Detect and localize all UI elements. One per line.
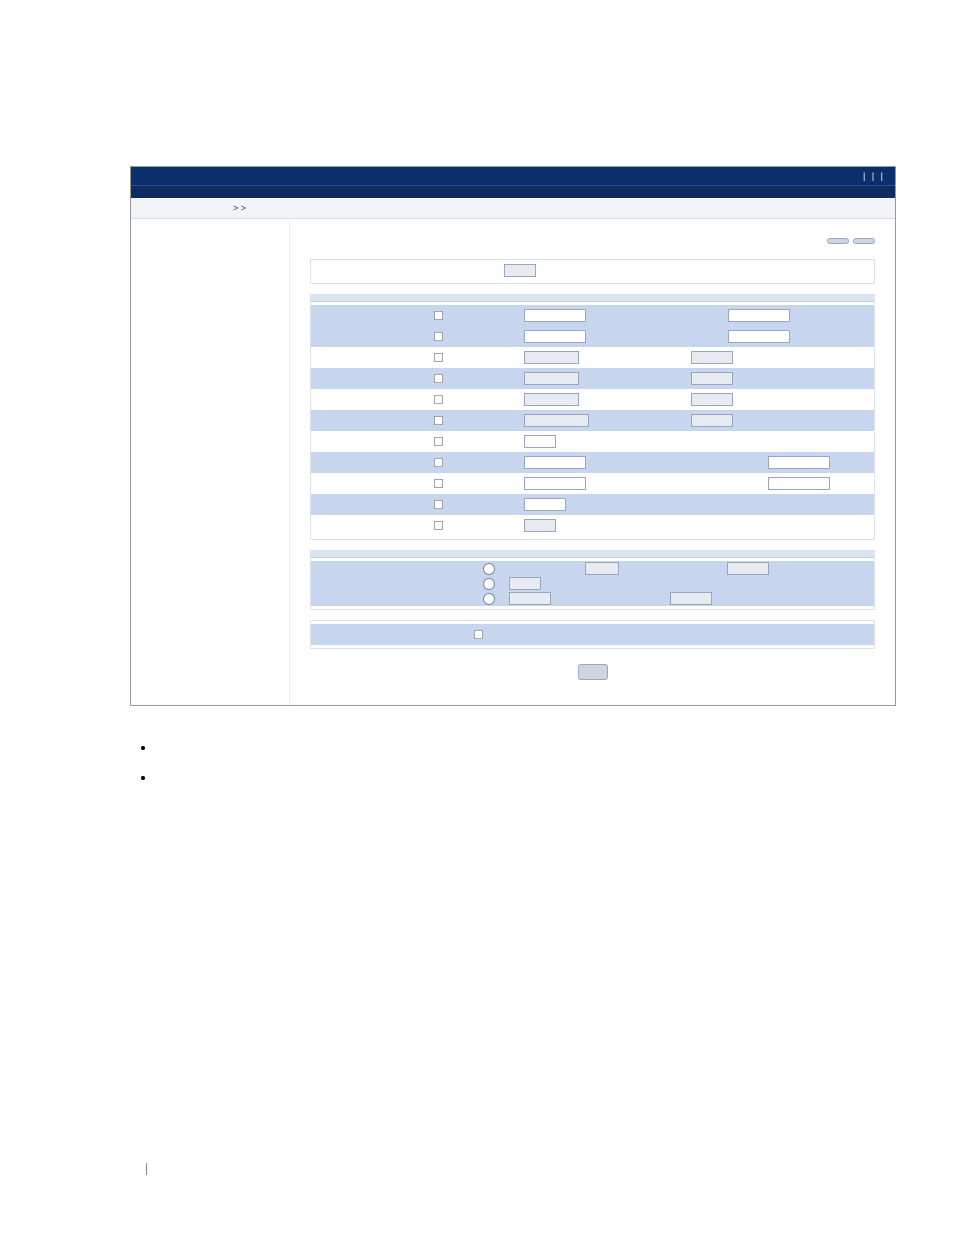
src-l4-select[interactable] <box>524 351 579 364</box>
dst-l4-port-input[interactable] <box>691 372 733 385</box>
refresh-button[interactable] <box>853 238 875 244</box>
tos-mask-input[interactable] <box>670 592 712 605</box>
page-footer <box>130 1160 159 1175</box>
vlan-input[interactable] <box>524 498 566 511</box>
src-ip-checkbox[interactable] <box>434 311 443 320</box>
field-list <box>156 736 894 790</box>
src-l4-port-input[interactable] <box>691 351 733 364</box>
class-section <box>310 259 875 284</box>
precedence-input[interactable] <box>509 577 541 590</box>
match-attributes-header <box>311 295 874 302</box>
service-type-header <box>311 551 874 558</box>
src-l4-checkbox[interactable] <box>434 353 443 362</box>
breadcrumb: > > <box>225 203 246 213</box>
class-name-select[interactable] <box>504 264 536 277</box>
list-item <box>156 766 894 790</box>
vlan-checkbox[interactable] <box>434 500 443 509</box>
dst-mac-checkbox[interactable] <box>434 479 443 488</box>
src-ip-input[interactable] <box>524 309 586 322</box>
src-mac-checkbox[interactable] <box>434 458 443 467</box>
protocol-id-input[interactable] <box>691 393 733 406</box>
precedence-radio[interactable] <box>483 578 495 590</box>
match-every-section <box>310 620 875 649</box>
apply-row <box>310 659 875 685</box>
dst-ip-input[interactable] <box>524 330 586 343</box>
dst-l4-checkbox[interactable] <box>434 374 443 383</box>
dst-ip-checkbox[interactable] <box>434 332 443 341</box>
dscp-value-input[interactable] <box>727 562 769 575</box>
dst-ip-mask-input[interactable] <box>728 330 790 343</box>
breadcrumb-bar: > > <box>131 198 895 219</box>
ref-class-select[interactable] <box>524 519 556 532</box>
protocol-checkbox[interactable] <box>434 395 443 404</box>
ref-class-checkbox[interactable] <box>434 521 443 530</box>
protocol-select[interactable] <box>524 393 579 406</box>
ethertype-checkbox[interactable] <box>434 416 443 425</box>
dscp-select[interactable] <box>585 562 619 575</box>
topbar-links: | | | <box>859 171 887 181</box>
content-pane <box>290 219 895 705</box>
tos-input[interactable] <box>509 592 551 605</box>
screenshot-figure: | | | > > <box>130 166 896 706</box>
dst-l4-select[interactable] <box>524 372 579 385</box>
nav-tree <box>131 219 290 705</box>
footer-divider <box>146 1163 147 1175</box>
dscp-radio[interactable] <box>483 563 495 575</box>
dst-mac-input[interactable] <box>524 477 586 490</box>
cos-checkbox[interactable] <box>434 437 443 446</box>
src-mac-mask-input[interactable] <box>768 456 830 469</box>
match-every-checkbox[interactable] <box>474 630 483 639</box>
tos-radio[interactable] <box>483 593 495 605</box>
ethertype-select[interactable] <box>524 414 589 427</box>
match-attributes-section <box>310 294 875 540</box>
src-ip-mask-input[interactable] <box>728 309 790 322</box>
service-type-section <box>310 550 875 610</box>
app-topbar: | | | <box>131 167 895 185</box>
src-mac-input[interactable] <box>524 456 586 469</box>
print-button[interactable] <box>827 238 849 244</box>
ethertype-value-input[interactable] <box>691 414 733 427</box>
apply-changes-button[interactable] <box>578 664 608 680</box>
dst-mac-mask-input[interactable] <box>768 477 830 490</box>
list-item <box>156 736 894 760</box>
cos-input[interactable] <box>524 435 556 448</box>
brand-bar <box>131 185 895 198</box>
